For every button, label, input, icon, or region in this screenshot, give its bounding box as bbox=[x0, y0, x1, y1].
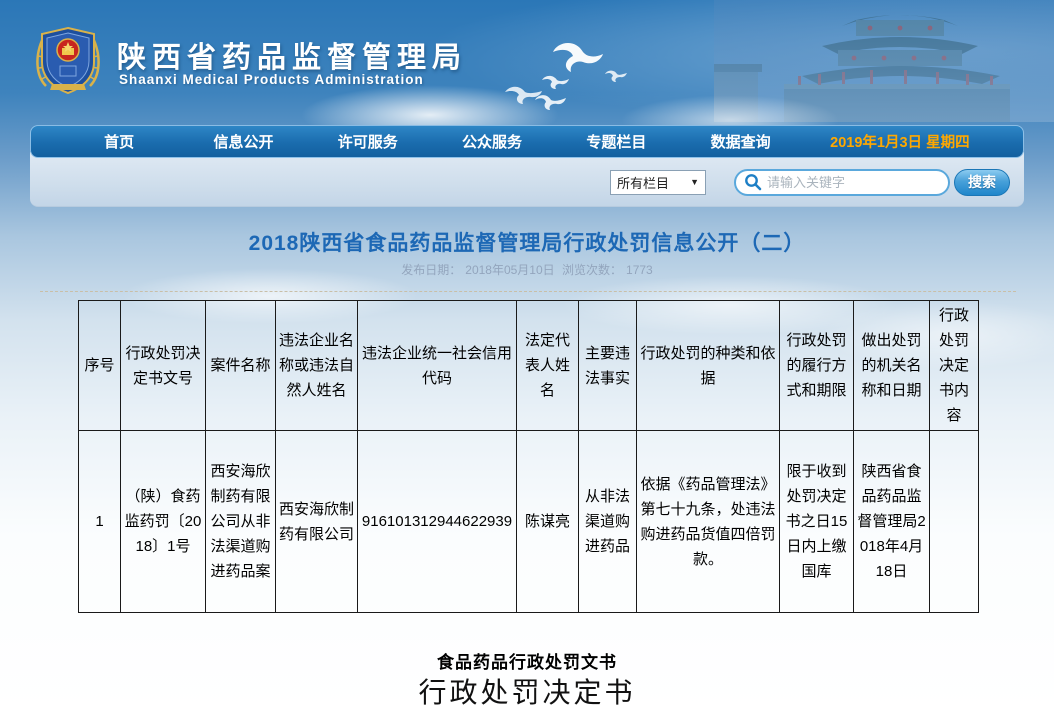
views-label: 浏览次数： bbox=[562, 263, 622, 277]
article-meta: 发布日期： 2018年05月10日 浏览次数： 1773 bbox=[0, 261, 1054, 278]
col-header-legal-representative: 法定代表人姓名 bbox=[517, 301, 579, 431]
dashed-separator bbox=[40, 291, 1016, 292]
nav-item-info-disclosure[interactable]: 信息公开 bbox=[181, 131, 305, 152]
penalty-table: 序号 行政处罚决定书文号 案件名称 违法企业名称或违法自然人姓名 违法企业统一社… bbox=[78, 300, 979, 613]
publish-date-value: 2018年05月10日 bbox=[465, 263, 554, 277]
caret-down-icon: ▼ bbox=[690, 177, 699, 187]
category-select-value: 所有栏目 bbox=[617, 173, 669, 192]
col-header-credit-code: 违法企业统一社会信用代码 bbox=[358, 301, 517, 431]
main-navigation: 首页 信息公开 许可服务 公众服务 专题栏目 数据查询 2019年1月3日 星期… bbox=[30, 125, 1024, 158]
search-panel: 所有栏目 ▼ 搜索 bbox=[30, 152, 1024, 207]
cell-decision-content bbox=[930, 431, 979, 613]
page-title: 2018陕西省食品药品监督管理局行政处罚信息公开（二） bbox=[0, 227, 1054, 257]
search-box bbox=[734, 169, 950, 196]
main-container: 首页 信息公开 许可服务 公众服务 专题栏目 数据查询 2019年1月3日 星期… bbox=[30, 125, 1024, 207]
col-header-violation-facts: 主要违法事实 bbox=[579, 301, 637, 431]
cell-legal-representative: 陈谋亮 bbox=[517, 431, 579, 613]
col-header-violator-name: 违法企业名称或违法自然人姓名 bbox=[276, 301, 358, 431]
org-title-en: Shaanxi Medical Products Administration bbox=[119, 72, 424, 87]
cell-decision-number: （陕）食药监药罚〔2018〕1号 bbox=[121, 431, 206, 613]
col-header-decision-number: 行政处罚决定书文号 bbox=[121, 301, 206, 431]
cell-credit-code: 916101312944622939 bbox=[358, 431, 517, 613]
col-header-case-name: 案件名称 bbox=[206, 301, 276, 431]
nav-item-special-columns[interactable]: 专题栏目 bbox=[554, 131, 678, 152]
table-row: 1 （陕）食药监药罚〔2018〕1号 西安海欣制药有限公司从非法渠道购进药品案 … bbox=[79, 431, 979, 613]
cell-index: 1 bbox=[79, 431, 121, 613]
cell-authority-date: 陕西省食品药品监督管理局2018年4月 18日 bbox=[854, 431, 930, 613]
org-title-cn: 陕西省药品监督管理局 bbox=[117, 34, 467, 76]
category-select[interactable]: 所有栏目 ▼ bbox=[610, 170, 706, 195]
document-type-heading: 食品药品行政处罚文书 bbox=[0, 648, 1054, 673]
col-header-decision-content: 行政处罚决定书内容 bbox=[930, 301, 979, 431]
administration-badge-icon bbox=[32, 22, 104, 100]
nav-item-home[interactable]: 首页 bbox=[57, 131, 181, 152]
cell-penalty-type-basis: 依据《药品管理法》第七十九条，处违法购进药品货值四倍罚款。 bbox=[637, 431, 780, 613]
cell-violator-name: 西安海欣制药有限公司 bbox=[276, 431, 358, 613]
nav-date: 2019年1月3日 星期四 bbox=[803, 131, 997, 152]
views-value: 1773 bbox=[626, 263, 653, 277]
publish-date-label: 发布日期： bbox=[401, 263, 461, 277]
cell-violation-facts: 从非法渠道购进药品 bbox=[579, 431, 637, 613]
col-header-penalty-type-basis: 行政处罚的种类和依据 bbox=[637, 301, 780, 431]
col-header-authority-date: 做出处罚的机关名称和日期 bbox=[854, 301, 930, 431]
magnifier-icon bbox=[744, 173, 762, 191]
nav-item-public-service[interactable]: 公众服务 bbox=[430, 131, 554, 152]
search-input[interactable] bbox=[767, 175, 943, 190]
nav-item-licensing[interactable]: 许可服务 bbox=[306, 131, 430, 152]
search-button[interactable]: 搜索 bbox=[954, 169, 1010, 196]
col-header-execution-method: 行政处罚的履行方式和期限 bbox=[780, 301, 854, 431]
table-header-row: 序号 行政处罚决定书文号 案件名称 违法企业名称或违法自然人姓名 违法企业统一社… bbox=[79, 301, 979, 431]
cell-case-name: 西安海欣制药有限公司从非法渠道购进药品案 bbox=[206, 431, 276, 613]
nav-item-data-query[interactable]: 数据查询 bbox=[678, 131, 802, 152]
col-header-index: 序号 bbox=[79, 301, 121, 431]
cell-execution-method: 限于收到处罚决定书之日15日内上缴国库 bbox=[780, 431, 854, 613]
document-title-heading: 行政处罚决定书 bbox=[0, 671, 1054, 711]
